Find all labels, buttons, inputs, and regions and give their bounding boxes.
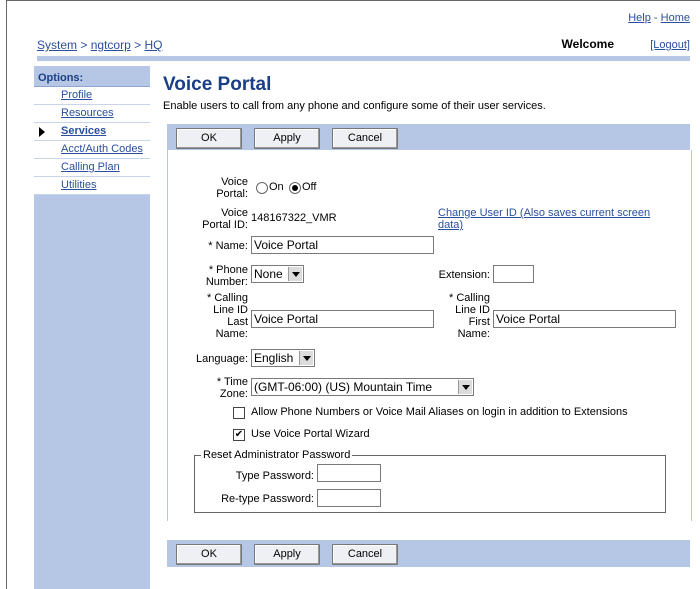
type-password-input[interactable] — [317, 464, 381, 482]
sidebar-item-label[interactable]: Services — [61, 125, 106, 137]
page-description: Enable users to call from any phone and … — [163, 100, 546, 112]
cancel-button[interactable]: Cancel — [332, 544, 398, 565]
allow-aliases-checkbox[interactable] — [233, 407, 245, 419]
sidebar-item-utilities[interactable]: Utilities — [34, 177, 150, 195]
allow-aliases-label: Allow Phone Numbers or Voice Mail Aliase… — [251, 406, 628, 418]
breadcrumb-separator: > — [134, 38, 142, 52]
phone-number-select[interactable]: None — [251, 265, 304, 283]
ok-button[interactable]: OK — [176, 544, 242, 565]
window-frame-left — [0, 0, 7, 589]
calling-line-id-last-name-label: * Calling Line ID Last Name: — [207, 292, 248, 340]
sidebar-item-calling-plan[interactable]: Calling Plan — [34, 159, 150, 177]
sidebar-item-services[interactable]: Services — [34, 123, 150, 141]
top-links: Help - Home — [628, 12, 690, 24]
on-label: On — [269, 181, 284, 193]
calling-line-id-first-name-label: * Calling Line ID First Name: — [449, 292, 490, 340]
home-link[interactable]: Home — [661, 12, 690, 24]
sidebar-item-profile[interactable]: Profile — [34, 87, 150, 105]
header-rule — [37, 56, 690, 61]
main-content: Voice Portal Enable users to call from a… — [163, 68, 690, 119]
extension-label: Extension: — [438, 269, 490, 281]
chevron-down-icon — [299, 351, 313, 365]
reset-password-legend: Reset Administrator Password — [203, 449, 351, 461]
chevron-down-icon — [458, 380, 472, 394]
breadcrumb-system[interactable]: System — [37, 38, 77, 52]
language-value: English — [254, 351, 294, 365]
retype-password-label: Re-type Password: — [221, 493, 314, 505]
language-label: Language: — [196, 353, 248, 365]
apply-button[interactable]: Apply — [254, 128, 320, 149]
page-title: Voice Portal — [163, 74, 272, 95]
extension-input[interactable] — [493, 265, 534, 283]
name-input[interactable]: Voice Portal — [251, 236, 434, 254]
time-zone-label: * Time Zone: — [216, 376, 248, 400]
sidebar: Options: Profile Resources Services Acct… — [34, 66, 150, 589]
name-label: * Name: — [208, 240, 248, 252]
sidebar-item-resources[interactable]: Resources — [34, 105, 150, 123]
sidebar-menu: Profile Resources Services Acct/Auth Cod… — [34, 86, 150, 195]
logout-link[interactable]: [Logout] — [650, 39, 690, 51]
sidebar-item-label[interactable]: Utilities — [61, 179, 96, 191]
type-password-label: Type Password: — [235, 470, 314, 482]
calling-line-id-first-name-input[interactable]: Voice Portal — [493, 310, 676, 328]
breadcrumb: System > ngtcorp > HQ — [37, 38, 162, 52]
language-select[interactable]: English — [251, 349, 315, 367]
breadcrumb-separator: > — [80, 38, 88, 52]
help-link[interactable]: Help — [628, 12, 651, 24]
use-wizard-label: Use Voice Portal Wizard — [251, 428, 370, 440]
voice-portal-id-value: 148167322_VMR — [251, 212, 337, 224]
top-button-bar: OK Apply Cancel — [167, 124, 690, 151]
breadcrumb-ngtcorp[interactable]: ngtcorp — [91, 38, 131, 52]
welcome-text: Welcome — [561, 37, 614, 51]
calling-line-id-last-name-input[interactable]: Voice Portal — [251, 310, 434, 328]
chevron-down-icon — [288, 267, 302, 281]
change-user-id-link[interactable]: Change User ID (Also saves current scree… — [438, 207, 663, 231]
bottom-button-bar: OK Apply Cancel — [167, 540, 690, 567]
sidebar-item-label[interactable]: Profile — [61, 89, 92, 101]
voice-portal-id-label: Voice Portal ID: — [202, 207, 248, 231]
phone-number-value: None — [254, 267, 283, 281]
use-wizard-checkbox[interactable]: ✔ — [233, 429, 245, 441]
sidebar-item-label[interactable]: Acct/Auth Codes — [61, 143, 143, 155]
voice-portal-off-radio[interactable] — [289, 182, 301, 194]
window-frame-top — [6, 0, 700, 1]
sidebar-item-label[interactable]: Calling Plan — [61, 161, 120, 173]
phone-number-label: * Phone Number: — [205, 264, 248, 288]
off-label: Off — [302, 181, 317, 193]
breadcrumb-hq[interactable]: HQ — [144, 38, 162, 52]
sidebar-item-label[interactable]: Resources — [61, 107, 114, 119]
time-zone-select[interactable]: (GMT-06:00) (US) Mountain Time — [251, 378, 474, 396]
cancel-button[interactable]: Cancel — [332, 128, 398, 149]
current-item-arrow-icon — [39, 127, 45, 137]
retype-password-input[interactable] — [317, 489, 381, 507]
top-links-separator: - — [653, 12, 658, 24]
sidebar-item-acct-auth-codes[interactable]: Acct/Auth Codes — [34, 141, 150, 159]
sidebar-title: Options: — [38, 72, 84, 84]
voice-portal-on-radio[interactable] — [256, 182, 268, 194]
time-zone-value: (GMT-06:00) (US) Mountain Time — [254, 380, 433, 394]
apply-button[interactable]: Apply — [254, 544, 320, 565]
voice-portal-label: Voice Portal: — [216, 176, 248, 200]
ok-button[interactable]: OK — [176, 128, 242, 149]
